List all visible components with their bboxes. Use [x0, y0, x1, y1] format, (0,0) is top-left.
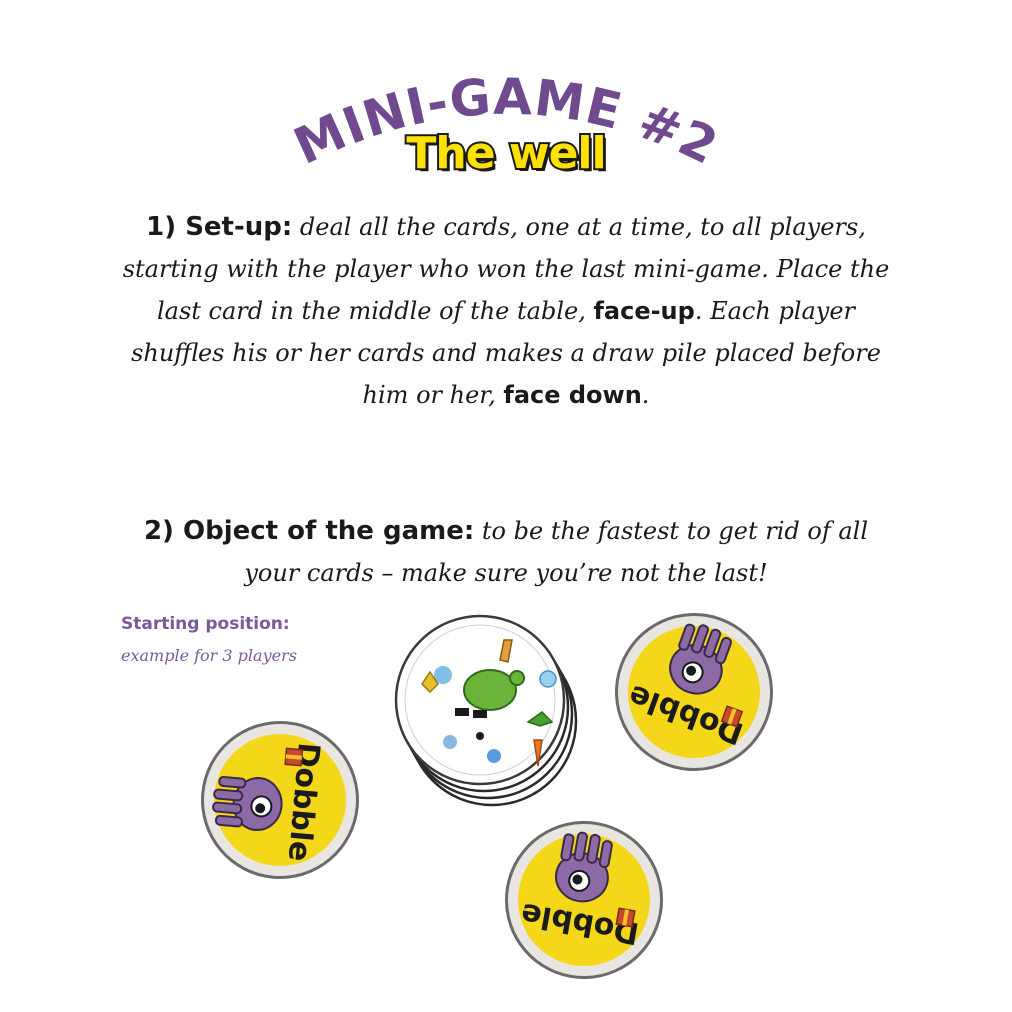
setup-heading: 1) Set-up: [146, 212, 293, 242]
mascot-icon [210, 773, 285, 834]
player-card-bottom: Dobble [505, 821, 663, 979]
turtle-icon [463, 669, 517, 711]
sunglasses-icon [455, 708, 469, 716]
setup-text-3: . [641, 381, 650, 409]
gift-icon [284, 747, 304, 767]
gift-icon [615, 907, 636, 928]
cards-illustration: Dobble Dobble Dobble [201, 613, 773, 979]
setup-face-up: face-up [593, 297, 695, 325]
page-subtitle: The well [404, 126, 608, 181]
snowflake-icon [539, 670, 557, 688]
rules-page: MINI-GAME #2 The well 1) Set-up: deal al… [0, 0, 1012, 1012]
objective-heading: 2) Object of the game: [143, 516, 475, 546]
center-card-stack [394, 614, 578, 807]
ice-icon [443, 735, 457, 749]
player-card-right: Dobble [615, 613, 773, 771]
player-card-left: Dobble [201, 721, 359, 879]
objective-paragraph: 2) Object of the game: to be the fastest… [120, 510, 892, 594]
setup-face-down: face down [503, 381, 642, 409]
setup-paragraph: 1) Set-up: deal all the cards, one at a … [120, 206, 892, 416]
drop-icon [487, 749, 501, 763]
